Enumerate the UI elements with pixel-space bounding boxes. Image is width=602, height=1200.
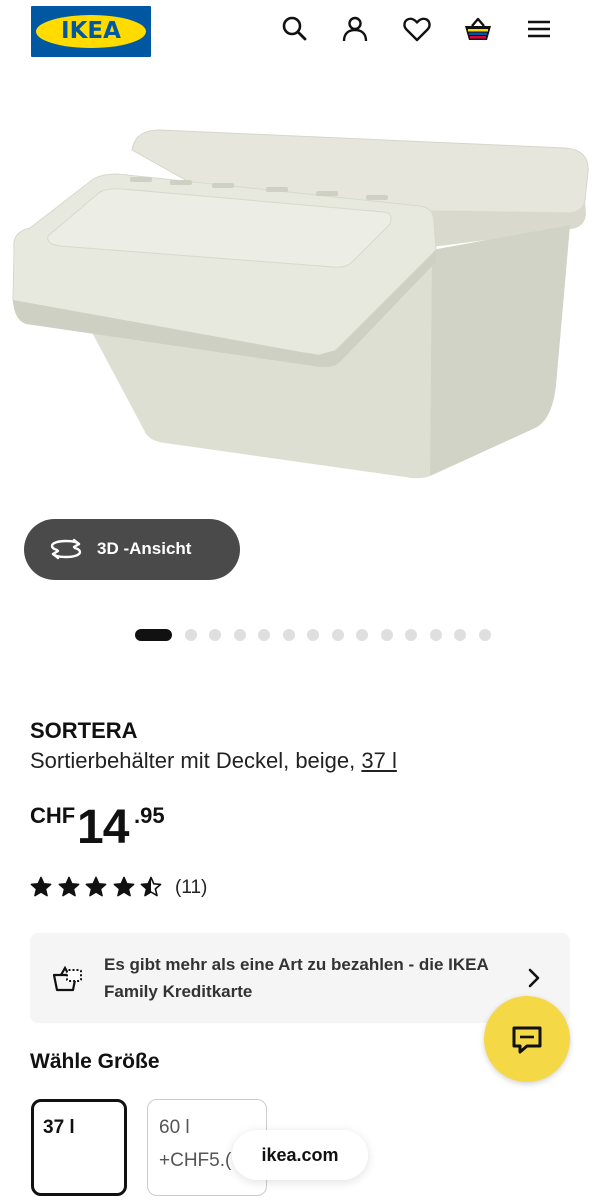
- browser-domain-label[interactable]: ikea.com: [232, 1130, 368, 1180]
- volume-link[interactable]: 37 l: [361, 748, 396, 773]
- size-option-label: 60 l: [159, 1117, 190, 1138]
- product-description: Sortierbehälter mit Deckel, beige, 37 l: [30, 748, 397, 774]
- wishlist-icon[interactable]: [402, 14, 432, 44]
- carousel-dot[interactable]: [307, 629, 319, 641]
- rotate-3d-icon: [50, 536, 82, 562]
- ikea-logo[interactable]: IKEA: [31, 6, 151, 57]
- sorting-bin-image: [12, 129, 589, 479]
- search-icon[interactable]: [279, 14, 309, 44]
- product-description-text: Sortierbehälter mit Deckel, beige,: [30, 748, 356, 773]
- view-3d-label: 3D -Ansicht: [97, 539, 192, 558]
- carousel-dot-active[interactable]: [135, 629, 172, 641]
- carousel-dot[interactable]: [184, 629, 197, 641]
- chevron-right-icon: [524, 967, 544, 989]
- price-currency: CHF: [30, 803, 76, 828]
- carousel-dot[interactable]: [331, 629, 344, 641]
- carousel-dot[interactable]: [454, 629, 466, 641]
- size-selector-title: Wähle Größe: [30, 1050, 160, 1073]
- star-full-icon: [58, 876, 80, 898]
- logo-text: IKEA: [61, 18, 121, 44]
- star-full-icon: [85, 876, 107, 898]
- carousel-dot[interactable]: [356, 629, 368, 641]
- price-decimals: .95: [134, 803, 165, 828]
- carousel-dot[interactable]: [405, 629, 417, 641]
- product-name: SORTERA: [30, 718, 138, 743]
- size-option-price-diff: +CHF5.(: [159, 1150, 232, 1171]
- menu-icon[interactable]: [524, 14, 554, 44]
- star-full-icon: [113, 876, 135, 898]
- size-option-label: 37 l: [43, 1117, 75, 1138]
- carousel-dot[interactable]: [380, 629, 393, 641]
- carousel-dot[interactable]: [282, 629, 295, 641]
- star-full-icon: [30, 876, 52, 898]
- carousel-dot[interactable]: [233, 629, 246, 641]
- star-half-icon: [140, 876, 162, 898]
- price-integer: 14: [77, 801, 129, 854]
- carousel-dot[interactable]: [478, 629, 491, 641]
- carousel-dot[interactable]: [429, 629, 442, 641]
- credit-card-icon: [50, 961, 84, 995]
- cart-icon[interactable]: [463, 14, 493, 44]
- chat-button[interactable]: [484, 996, 570, 1082]
- payment-info-banner[interactable]: Es gibt mehr als eine Art zu bezahlen - …: [30, 933, 570, 1023]
- payment-info-text: Es gibt mehr als eine Art zu bezahlen - …: [104, 955, 489, 1001]
- product-image[interactable]: [0, 96, 602, 536]
- account-icon[interactable]: [340, 14, 370, 44]
- view-3d-button[interactable]: 3D -Ansicht: [24, 519, 240, 580]
- carousel-dot[interactable]: [258, 629, 270, 641]
- chat-icon: [512, 1026, 542, 1054]
- review-count: (11): [175, 877, 208, 898]
- carousel-dot[interactable]: [209, 629, 221, 641]
- size-option-37l[interactable]: 37 l: [31, 1099, 127, 1196]
- top-navigation: IKEA: [0, 0, 602, 64]
